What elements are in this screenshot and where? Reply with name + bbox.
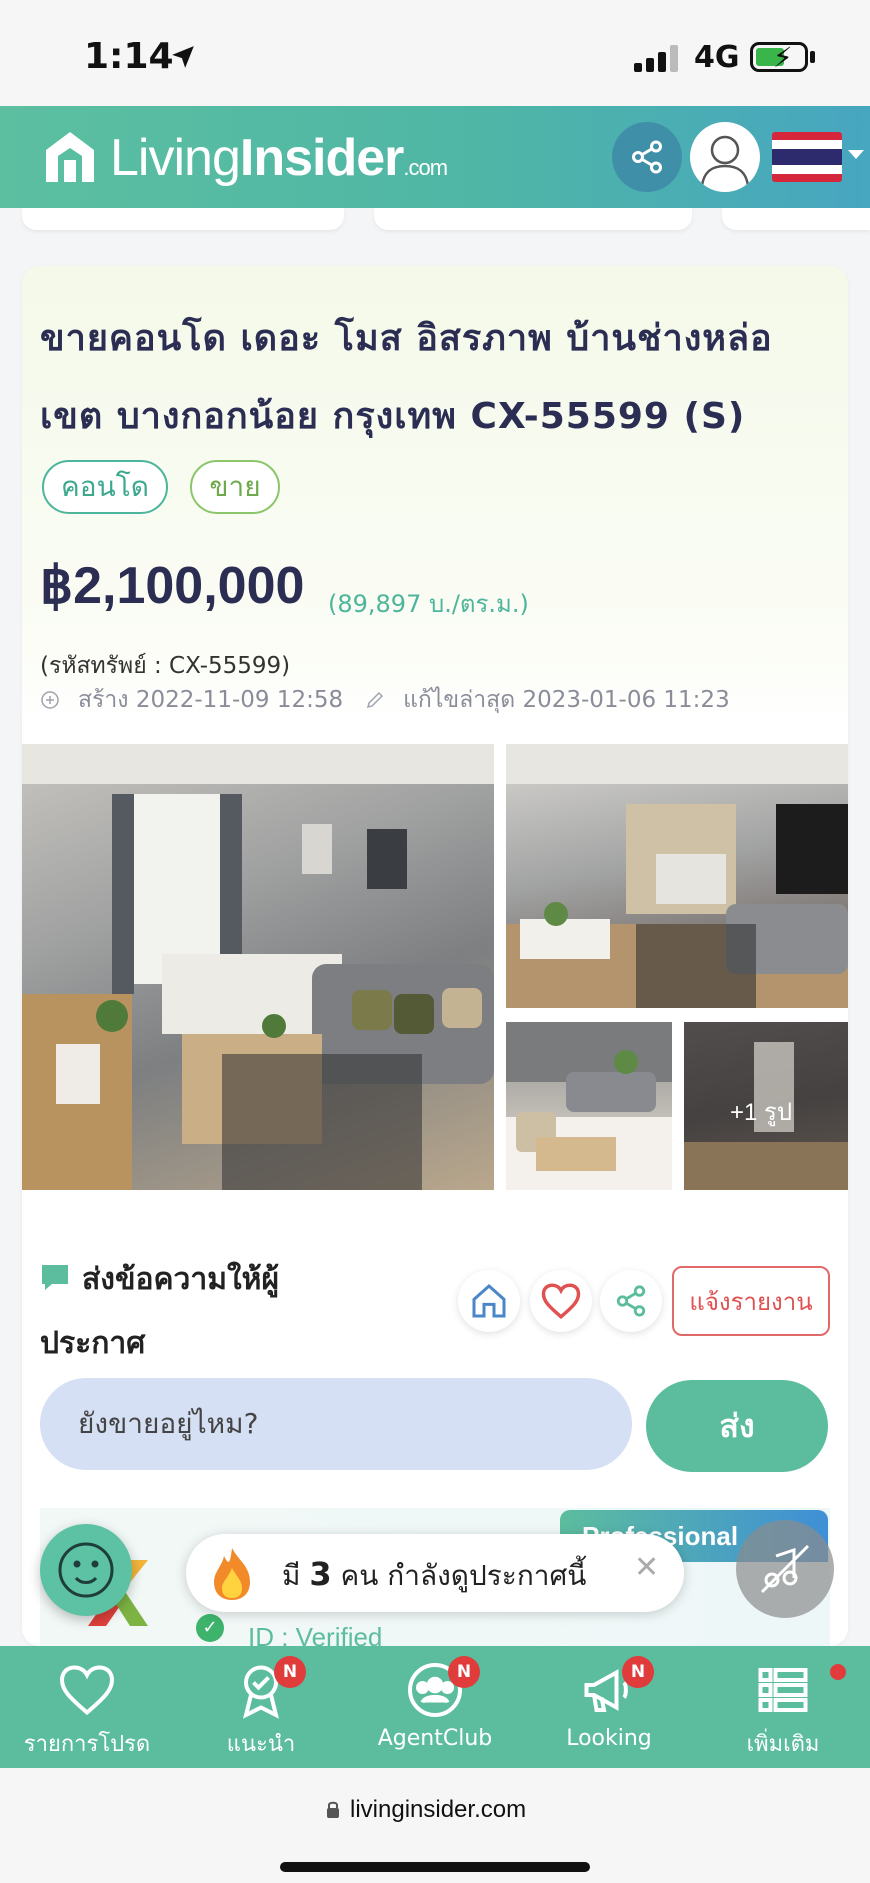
nav-recommend[interactable]: N แนะนำ: [174, 1646, 348, 1768]
send-button[interactable]: ส่ง: [646, 1380, 828, 1472]
listing-photo-3[interactable]: [506, 1022, 672, 1190]
signal-strength-icon: [634, 44, 680, 72]
nav-badge: N: [448, 1656, 480, 1688]
nav-label: รายการโปรด: [23, 1732, 151, 1757]
nav-looking[interactable]: N Looking: [522, 1646, 696, 1768]
mute-icon: [760, 1544, 810, 1594]
logo-living: Living: [110, 129, 241, 187]
listing-title: ขายคอนโด เดอะ โมส อิสรภาพ บ้านช่างหล่อ เ…: [40, 300, 830, 456]
related-card-peek: [722, 208, 870, 230]
nav-more[interactable]: เพิ่มเติม: [696, 1646, 870, 1768]
listing-photo-main[interactable]: [22, 744, 494, 1190]
viewers-text: มี 3 คน กำลังดูประกาศนี้: [282, 1554, 586, 1598]
message-input[interactable]: [40, 1378, 632, 1470]
nav-agentclub[interactable]: N AgentClub: [348, 1646, 522, 1768]
nav-label: เพิ่มเติม: [746, 1732, 820, 1757]
network-type: 4G: [694, 40, 740, 75]
nav-badge: N: [274, 1656, 306, 1688]
plus-circle-icon: [41, 691, 59, 709]
more-photos-count[interactable]: +1 รูป: [730, 1092, 792, 1131]
menu-list-icon: [758, 1668, 808, 1712]
heart-icon: [541, 1283, 581, 1320]
listing-photo-2[interactable]: [506, 744, 848, 1008]
report-button[interactable]: แจ้งรายงาน: [672, 1266, 830, 1336]
language-caret-icon[interactable]: [848, 150, 864, 159]
status-bar: 1:14 4G ⚡: [0, 0, 870, 106]
message-section-title: ส่งข้อความให้ผู้ประกาศ: [40, 1262, 280, 1361]
logo-house-icon[interactable]: [42, 126, 98, 188]
viewers-suffix: คน กำลังดูประกาศนี้: [331, 1559, 587, 1592]
nav-label: Looking: [566, 1726, 652, 1751]
nav-label: แนะนำ: [226, 1732, 296, 1757]
chat-assistant-button[interactable]: [40, 1524, 132, 1616]
notification-dot: [830, 1664, 846, 1680]
battery-icon: ⚡: [750, 41, 808, 74]
related-card-peek: [374, 208, 692, 230]
smile-face-icon: [58, 1542, 114, 1598]
logo-wordmark[interactable]: LivingInsider.com: [110, 128, 448, 188]
tag-condo[interactable]: คอนโด: [42, 460, 168, 514]
viewers-toast: มี 3 คน กำลังดูประกาศนี้ ✕: [186, 1534, 684, 1612]
logo-insider: Insider: [239, 129, 404, 187]
home-icon: [472, 1283, 506, 1318]
listing-dates: สร้าง 2022-11-09 12:58 แก้ไขล่าสุด 2023-…: [40, 682, 730, 718]
edited-date: แก้ไขล่าสุด 2023-01-06 11:23: [403, 687, 730, 713]
location-arrow-icon: [172, 46, 194, 68]
viewers-count: 3: [309, 1555, 332, 1593]
url-text[interactable]: livinginsider.com: [350, 1796, 526, 1824]
header-share-button[interactable]: [612, 122, 682, 192]
logo-tld: .com: [403, 155, 448, 180]
battery-cap: [810, 51, 815, 63]
nav-favorites[interactable]: รายการโปรด: [0, 1646, 174, 1768]
bottom-nav: รายการโปรด N แนะนำ N AgentClub N Looking…: [0, 1646, 870, 1768]
share-icon: [632, 140, 662, 174]
mute-button[interactable]: [736, 1520, 834, 1618]
browser-url-bar[interactable]: livinginsider.com: [0, 1768, 870, 1883]
fire-icon: [214, 1548, 250, 1600]
home-indicator[interactable]: [280, 1862, 590, 1872]
verified-check-icon: ✓: [196, 1614, 224, 1642]
app-header: LivingInsider.com: [0, 106, 870, 208]
listing-title-line1: ขายคอนโด เดอะ โมส อิสรภาพ บ้านช่างหล่อ: [40, 318, 773, 359]
favorite-button[interactable]: [530, 1270, 592, 1332]
lock-icon: [327, 1801, 339, 1818]
pencil-icon: [367, 691, 384, 709]
price-per-sqm: (89,897 บ./ตร.ม.): [328, 590, 529, 618]
user-avatar-icon: [700, 135, 750, 187]
share-button[interactable]: [600, 1270, 662, 1332]
created-date: สร้าง 2022-11-09 12:58: [78, 687, 344, 713]
listing-title-line2: เขต บางกอกน้อย กรุงเทพ CX-55599 (S): [40, 396, 746, 437]
viewers-prefix: มี: [282, 1559, 310, 1592]
user-avatar-button[interactable]: [690, 122, 760, 192]
related-card-peek: [22, 208, 344, 230]
close-icon[interactable]: ✕: [634, 1550, 659, 1585]
tag-sale[interactable]: ขาย: [190, 460, 280, 514]
share-icon: [616, 1285, 646, 1317]
nav-badge: N: [622, 1656, 654, 1688]
nav-label: AgentClub: [377, 1726, 493, 1751]
listing-price: ฿2,100,000: [40, 557, 305, 615]
thailand-flag-icon[interactable]: [772, 132, 842, 182]
status-time: 1:14: [84, 36, 174, 77]
home-button[interactable]: [458, 1270, 520, 1332]
property-code: (รหัสทรัพย์ : CX-55599): [40, 653, 291, 679]
heart-icon: [59, 1665, 115, 1716]
